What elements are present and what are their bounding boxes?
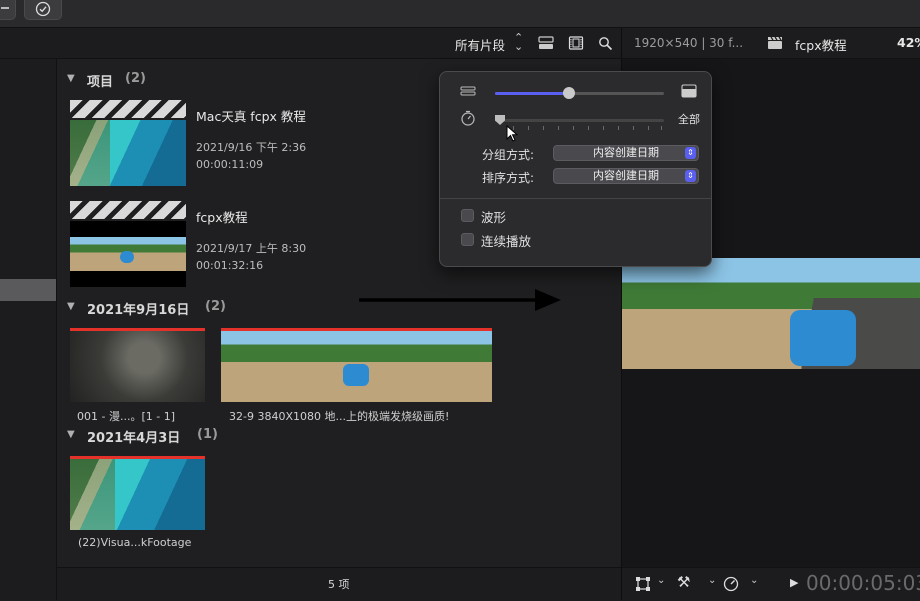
list-icon (1, 7, 9, 9)
browser-footer: 5 项 (57, 567, 621, 601)
clip-appearance-popover: 全部 分组方式: 内容创建日期 ⇕ 排序方式: 内容创建日期 ⇕ 波形 连续播放 (439, 71, 712, 267)
clip-thumbnail[interactable] (221, 328, 492, 402)
disclosure-triangle-icon[interactable]: ▼ (67, 301, 75, 312)
stopwatch-icon (461, 110, 475, 126)
sort-by-label: 排序方式: (482, 171, 535, 185)
sort-by-select[interactable]: 内容创建日期 ⇕ (553, 168, 699, 184)
chevron-down-icon[interactable]: ⌄ (657, 575, 665, 586)
mouse-cursor-icon (506, 125, 518, 142)
section-count: (1) (197, 427, 218, 442)
speed-gauge-icon[interactable] (723, 576, 739, 592)
section-count: (2) (205, 299, 226, 314)
project-date: 2021/9/17 上午 8:30 (196, 242, 307, 255)
pane-divider (621, 28, 622, 58)
project-duration: 00:00:11:09 (196, 158, 264, 171)
top-toolbar (0, 0, 920, 28)
clip-appearance-icon[interactable] (538, 36, 554, 50)
group-by-select[interactable]: 内容创建日期 ⇕ (553, 145, 699, 161)
clapper-stripe (70, 201, 186, 219)
clip-height-slider-fill (495, 92, 570, 95)
section-count: (2) (125, 71, 146, 86)
magic-wand-icon[interactable]: ⚒ (677, 573, 690, 591)
waveform-label: 波形 (481, 210, 507, 225)
project-thumbnail[interactable] (70, 100, 186, 186)
clip-thumbnail[interactable] (70, 328, 205, 402)
chevron-down-icon[interactable]: ⌄ (750, 575, 758, 586)
project-name: fcpx教程 (795, 38, 847, 53)
filmstrip-icon[interactable] (568, 35, 584, 51)
section-title: 2021年4月3日 (87, 431, 181, 446)
duration-slider[interactable] (495, 115, 664, 125)
clip-height-slider-knob[interactable] (563, 87, 576, 99)
section-title: 项目 (87, 75, 114, 90)
item-count: 5 项 (328, 578, 350, 591)
viewer-controls: ⌄ ⚒ ⌄ ⌄ ▶ 00:00:05:03 (622, 567, 920, 601)
car-thumbnail (70, 221, 186, 287)
group-by-label: 分组方式: (482, 148, 535, 162)
waveform-checkbox[interactable] (461, 209, 474, 222)
clip-used-indicator (70, 328, 205, 331)
project-title: fcpx教程 (196, 210, 248, 225)
project-title: Mac天真 fcpx 教程 (196, 109, 306, 124)
toolbar-button[interactable] (0, 0, 16, 20)
clip-caption: 32-9 3840X1080 地...上的极端发烧级画质! (229, 410, 450, 423)
continuous-playback-checkbox[interactable] (461, 233, 474, 246)
sort-by-value: 内容创建日期 (593, 169, 659, 182)
project-thumbnail[interactable] (70, 201, 186, 287)
clapper-stripe (70, 100, 186, 118)
play-icon[interactable]: ▶ (790, 576, 798, 589)
section-title: 2021年9月16日 (87, 303, 190, 318)
clip-filter-popup[interactable]: 所有片段 (455, 35, 505, 54)
beach-thumbnail (70, 120, 186, 186)
clip-thumbnail[interactable] (70, 456, 205, 530)
small-clip-height-icon (460, 86, 476, 96)
format-info: 1920×540 | 30 f... (634, 36, 744, 50)
group-by-value: 内容创建日期 (593, 146, 659, 159)
continuous-playback-label: 连续播放 (481, 234, 532, 249)
duration-all-label: 全部 (678, 113, 700, 126)
library-sidebar (0, 59, 57, 600)
disclosure-triangle-icon[interactable]: ▼ (67, 429, 75, 440)
transform-icon[interactable] (635, 576, 651, 592)
large-clip-height-icon (681, 84, 697, 98)
disclosure-triangle-icon[interactable]: ▼ (67, 73, 75, 84)
arrow-icon (359, 289, 561, 311)
clip-caption: 001 - 漫...。[1 - 1] (77, 410, 175, 423)
updown-chevron-icon: ⇕ (685, 147, 696, 159)
viewer-frame (622, 258, 920, 369)
clip-used-indicator (70, 456, 205, 459)
clapper-icon (768, 36, 782, 49)
popover-divider (440, 198, 711, 199)
search-icon[interactable] (598, 36, 613, 51)
checkmark-button[interactable] (24, 0, 62, 20)
updown-chevron-icon: ⇕ (685, 170, 696, 182)
project-duration: 00:01:32:16 (196, 259, 264, 272)
duration-slider-knob[interactable] (495, 115, 505, 125)
timecode: 00:00:05:03 (806, 571, 920, 595)
updown-chevron-icon: ⌃ ⌄ (514, 31, 524, 53)
clip-used-indicator (221, 328, 492, 331)
zoom-level[interactable]: 42% (897, 35, 920, 50)
clip-height-slider[interactable] (495, 87, 664, 99)
sidebar-selected-item[interactable] (0, 279, 56, 301)
chevron-down-icon[interactable]: ⌄ (708, 575, 716, 586)
browser-header-bar: 所有片段 ⌃⌄ 1920×540 | 30 f... fcpx教程 42% (0, 28, 920, 59)
clip-caption: (22)Visua...kFootage (78, 536, 192, 549)
project-date: 2021/9/16 下午 2:36 (196, 141, 307, 154)
checkmark-circle-icon (35, 1, 51, 17)
